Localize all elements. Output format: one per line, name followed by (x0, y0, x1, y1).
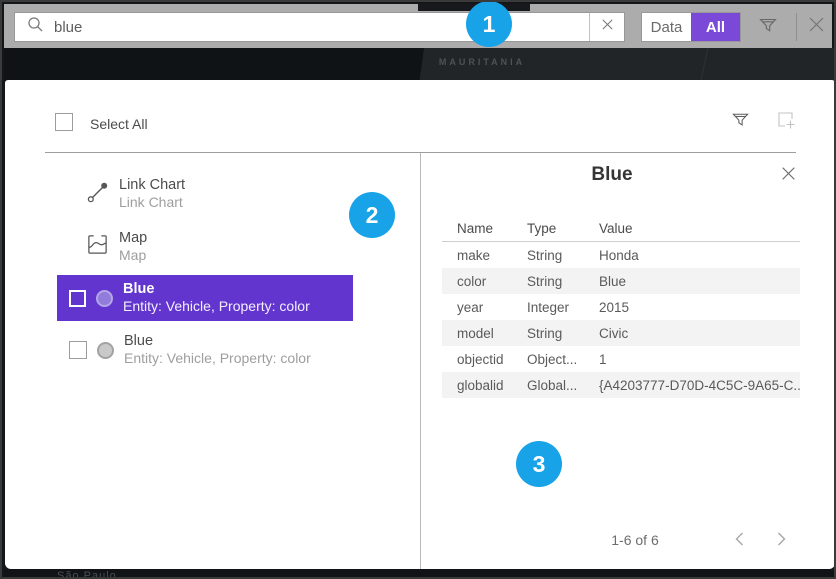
table-row: globalid Global... {A4203777-D70D-4C5C-9… (442, 372, 800, 398)
result-title: Map (119, 230, 147, 247)
cell-type: String (527, 326, 599, 341)
list-details-divider (420, 153, 421, 569)
cell-name: color (457, 274, 527, 289)
cell-name: make (457, 248, 527, 263)
table-row: model String Civic (442, 320, 800, 346)
map-label-sao-paulo: São Paulo (57, 570, 117, 579)
cell-type: Object... (527, 352, 599, 367)
link-chart-icon (86, 180, 110, 204)
close-search-button[interactable] (800, 12, 832, 42)
result-subtitle: Entity: Vehicle, Property: color (123, 298, 310, 315)
filter-funnel-icon (731, 110, 750, 134)
result-checkbox[interactable] (69, 290, 86, 307)
add-to-selection-button[interactable] (771, 108, 801, 136)
annotation-callout-3: 3 (516, 441, 562, 487)
entity-circle-icon (96, 290, 113, 307)
cell-name: globalid (457, 378, 527, 393)
pagination-prev-button[interactable] (728, 530, 750, 552)
cell-type: Integer (527, 300, 599, 315)
map-border-line (701, 48, 709, 80)
cell-value: Blue (599, 274, 800, 289)
cell-type: Global... (527, 378, 599, 393)
table-row: year Integer 2015 (442, 294, 800, 320)
pagination-range-label: 1-6 of 6 (565, 532, 705, 548)
column-header-type: Type (527, 221, 599, 236)
cell-type: String (527, 274, 599, 289)
annotation-callout-1: 1 (466, 1, 512, 47)
cell-value: {A4203777-D70D-4C5C-9A65-C... (599, 378, 800, 393)
close-icon (807, 15, 826, 39)
details-close-button[interactable] (775, 164, 801, 188)
result-item-blue-selected[interactable]: Blue Entity: Vehicle, Property: color (57, 275, 353, 321)
pagination-next-button[interactable] (770, 530, 792, 552)
select-all-label: Select All (90, 116, 148, 132)
column-header-value: Value (599, 221, 800, 236)
cell-name: model (457, 326, 527, 341)
map-background-bottom: São Paulo (4, 569, 836, 579)
result-checkbox[interactable] (69, 341, 87, 359)
search-icon (27, 16, 44, 38)
add-to-selection-icon (776, 110, 796, 135)
result-subtitle: Map (119, 247, 147, 264)
select-all-checkbox[interactable] (55, 113, 73, 131)
close-icon (780, 165, 797, 187)
result-title: Blue (124, 333, 311, 350)
result-item-map[interactable]: Map Map (57, 230, 397, 264)
filter-funnel-icon (758, 15, 778, 40)
chevron-left-icon (735, 532, 744, 551)
map-ocean (4, 48, 424, 80)
cell-value: 1 (599, 352, 800, 367)
result-subtitle: Entity: Vehicle, Property: color (124, 350, 311, 367)
result-title: Link Chart (119, 177, 185, 194)
cell-name: objectid (457, 352, 527, 367)
search-filter-button[interactable] (752, 12, 784, 42)
search-box (14, 12, 625, 42)
chevron-right-icon (777, 532, 786, 551)
results-filter-button[interactable] (725, 108, 755, 136)
scope-option-data[interactable]: Data (642, 13, 691, 41)
annotation-callout-2: 2 (349, 192, 395, 238)
search-scope-toggle: Data All (641, 12, 741, 42)
result-item-link-chart[interactable]: Link Chart Link Chart (57, 177, 397, 211)
table-header-row: Name Type Value (442, 216, 800, 242)
scope-option-all[interactable]: All (691, 13, 740, 41)
cell-value: Civic (599, 326, 800, 341)
cell-type: String (527, 248, 599, 263)
map-background (4, 48, 836, 80)
cell-value: 2015 (599, 300, 800, 315)
toolbar-divider (796, 13, 797, 41)
table-row: objectid Object... 1 (442, 346, 800, 372)
clear-icon (601, 18, 614, 36)
table-row: color String Blue (442, 268, 800, 294)
cell-value: Honda (599, 248, 800, 263)
column-header-name: Name (457, 221, 527, 236)
search-results-panel: Select All Link Chart Link Chart (5, 80, 835, 569)
result-subtitle: Link Chart (119, 194, 185, 211)
details-title: Blue (442, 164, 782, 186)
result-title: Blue (123, 281, 310, 298)
attributes-table: Name Type Value make String Honda color … (442, 216, 800, 398)
result-item-blue[interactable]: Blue Entity: Vehicle, Property: color (57, 327, 353, 373)
clear-search-button[interactable] (589, 13, 624, 41)
table-row: make String Honda (442, 242, 800, 268)
app-window: Data All WESTERN MAURITANIA São Paulo Se… (0, 0, 836, 579)
map-label-mauritania: MAURITANIA (422, 57, 542, 67)
cell-name: year (457, 300, 527, 315)
entity-circle-icon (97, 342, 114, 359)
map-icon (86, 233, 110, 257)
